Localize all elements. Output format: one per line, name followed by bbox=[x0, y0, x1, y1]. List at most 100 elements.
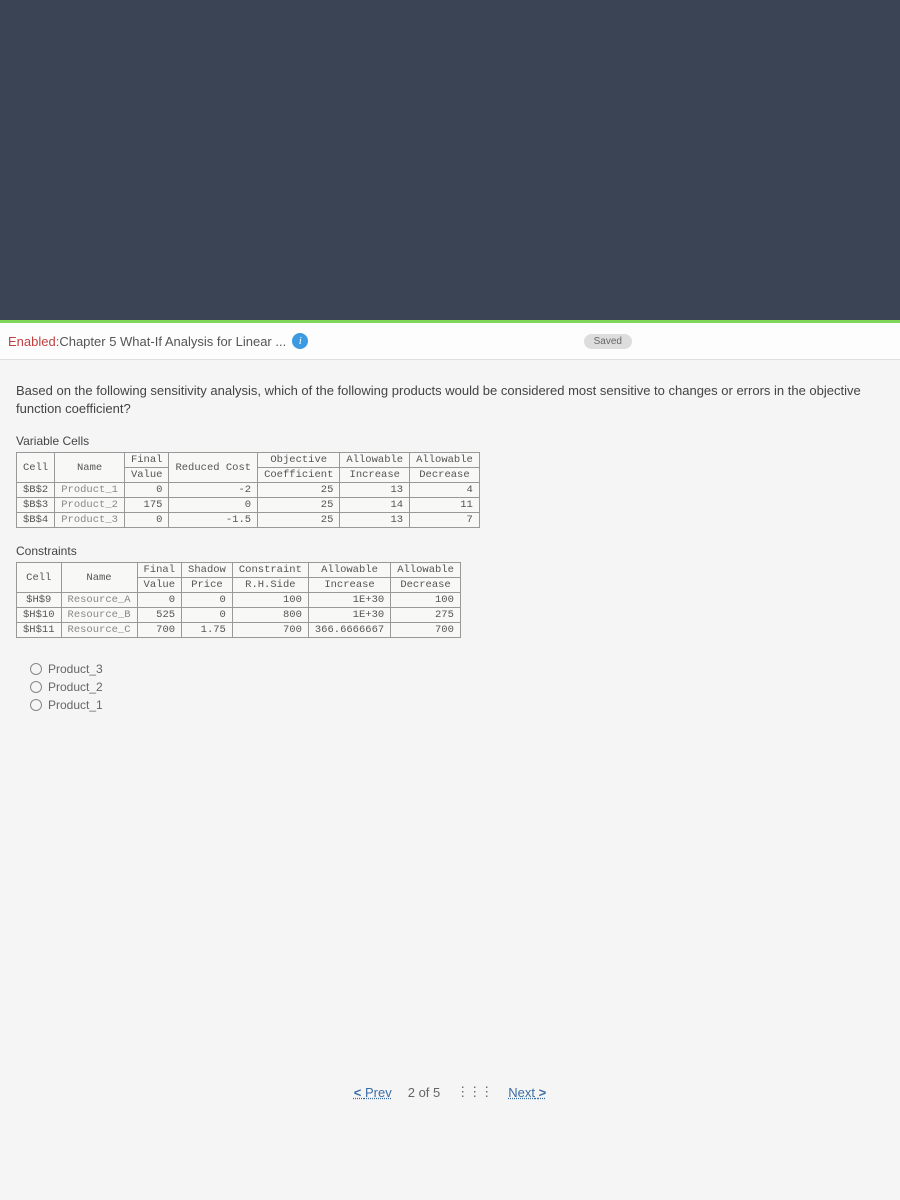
answer-option-1[interactable]: Product_2 bbox=[30, 680, 884, 694]
th-coef: Coefficient bbox=[258, 468, 340, 483]
cell: $B$4 bbox=[17, 513, 55, 528]
prev-button[interactable]: < Prev bbox=[354, 1085, 392, 1100]
cell: 0 bbox=[124, 483, 169, 498]
cell: -2 bbox=[169, 483, 258, 498]
radio-icon[interactable] bbox=[30, 699, 42, 711]
cell: 25 bbox=[258, 513, 340, 528]
page-total: 5 bbox=[433, 1085, 440, 1100]
prev-label: Prev bbox=[365, 1085, 392, 1100]
table-row: $B$2 Product_1 0 -2 25 13 4 bbox=[17, 483, 480, 498]
quiz-window: Enabled: Chapter 5 What-If Analysis for … bbox=[0, 320, 900, 1200]
next-button[interactable]: Next > bbox=[508, 1085, 546, 1100]
th-allow1: Allowable bbox=[308, 563, 390, 578]
content-area: Based on the following sensitivity analy… bbox=[0, 360, 900, 738]
cell: 275 bbox=[391, 608, 461, 623]
answer-option-0[interactable]: Product_3 bbox=[30, 662, 884, 676]
constraints-table: Cell Name Final Shadow Constraint Allowa… bbox=[16, 562, 461, 638]
cell: $B$2 bbox=[17, 483, 55, 498]
th-allow2: Allowable bbox=[410, 453, 480, 468]
answer-label: Product_1 bbox=[48, 698, 103, 712]
th-obj: Objective bbox=[258, 453, 340, 468]
cell: 1E+30 bbox=[308, 593, 390, 608]
th-reduced: Reduced Cost bbox=[169, 453, 258, 483]
cell: Resource_A bbox=[61, 593, 137, 608]
cell: 0 bbox=[169, 498, 258, 513]
cell: Resource_B bbox=[61, 608, 137, 623]
cell: 700 bbox=[391, 623, 461, 638]
answer-options: Product_3 Product_2 Product_1 bbox=[30, 662, 884, 712]
cell: 0 bbox=[137, 593, 182, 608]
answer-label: Product_3 bbox=[48, 662, 103, 676]
cell: $H$11 bbox=[17, 623, 62, 638]
cell: 25 bbox=[258, 498, 340, 513]
cell: 14 bbox=[340, 498, 410, 513]
saved-badge: Saved bbox=[584, 334, 632, 349]
answer-option-2[interactable]: Product_1 bbox=[30, 698, 884, 712]
th-final: Final bbox=[137, 563, 182, 578]
th-dec: Decrease bbox=[410, 468, 480, 483]
cell: 100 bbox=[232, 593, 308, 608]
th-shadow: Shadow bbox=[182, 563, 233, 578]
info-icon[interactable]: i bbox=[292, 333, 308, 349]
th-value: Value bbox=[124, 468, 169, 483]
cell: $H$10 bbox=[17, 608, 62, 623]
table-row: $B$4 Product_3 0 -1.5 25 13 7 bbox=[17, 513, 480, 528]
cell: 700 bbox=[137, 623, 182, 638]
question-text: Based on the following sensitivity analy… bbox=[16, 382, 884, 418]
th-cell: Cell bbox=[17, 453, 55, 483]
th-inc: Increase bbox=[308, 578, 390, 593]
cell: 366.6666667 bbox=[308, 623, 390, 638]
th-price: Price bbox=[182, 578, 233, 593]
table-row: $H$10 Resource_B 525 0 800 1E+30 275 bbox=[17, 608, 461, 623]
table-row: $B$3 Product_2 175 0 25 14 11 bbox=[17, 498, 480, 513]
grid-icon[interactable]: ⋮⋮⋮ bbox=[456, 1084, 492, 1100]
variable-cells-table: Cell Name Final Reduced Cost Objective A… bbox=[16, 452, 480, 528]
nav-bar: < Prev 2 of 5 ⋮⋮⋮ Next > bbox=[0, 1084, 900, 1100]
answer-label: Product_2 bbox=[48, 680, 103, 694]
radio-icon[interactable] bbox=[30, 681, 42, 693]
th-name: Name bbox=[61, 563, 137, 593]
cell: 1.75 bbox=[182, 623, 233, 638]
cell: Resource_C bbox=[61, 623, 137, 638]
cell: 175 bbox=[124, 498, 169, 513]
table-row: $H$11 Resource_C 700 1.75 700 366.666666… bbox=[17, 623, 461, 638]
th-final: Final bbox=[124, 453, 169, 468]
desktop-background bbox=[0, 0, 900, 320]
th-name: Name bbox=[55, 453, 125, 483]
cell: 11 bbox=[410, 498, 480, 513]
cell: 13 bbox=[340, 513, 410, 528]
title-prefix: Enabled: bbox=[8, 334, 59, 349]
constraints-label: Constraints bbox=[16, 544, 884, 558]
radio-icon[interactable] bbox=[30, 663, 42, 675]
table-row: $H$9 Resource_A 0 0 100 1E+30 100 bbox=[17, 593, 461, 608]
cell: $H$9 bbox=[17, 593, 62, 608]
title-bar: Enabled: Chapter 5 What-If Analysis for … bbox=[0, 323, 900, 360]
cell: -1.5 bbox=[169, 513, 258, 528]
page-of: of bbox=[419, 1085, 430, 1100]
cell: 13 bbox=[340, 483, 410, 498]
cell: 25 bbox=[258, 483, 340, 498]
th-allow2: Allowable bbox=[391, 563, 461, 578]
next-label: Next bbox=[508, 1085, 535, 1100]
cell: 800 bbox=[232, 608, 308, 623]
page-current: 2 bbox=[408, 1085, 415, 1100]
th-allow1: Allowable bbox=[340, 453, 410, 468]
cell: $B$3 bbox=[17, 498, 55, 513]
th-rhs: R.H.Side bbox=[232, 578, 308, 593]
chevron-right-icon: > bbox=[539, 1085, 547, 1100]
cell: 525 bbox=[137, 608, 182, 623]
cell: 100 bbox=[391, 593, 461, 608]
chevron-left-icon: < bbox=[354, 1085, 362, 1100]
th-cons: Constraint bbox=[232, 563, 308, 578]
variable-cells-label: Variable Cells bbox=[16, 434, 884, 448]
th-inc: Increase bbox=[340, 468, 410, 483]
cell: 7 bbox=[410, 513, 480, 528]
cell: 1E+30 bbox=[308, 608, 390, 623]
cell: Product_1 bbox=[55, 483, 125, 498]
cell: 700 bbox=[232, 623, 308, 638]
cell: Product_2 bbox=[55, 498, 125, 513]
th-cell: Cell bbox=[17, 563, 62, 593]
title-text: Chapter 5 What-If Analysis for Linear ..… bbox=[59, 334, 286, 349]
cell: Product_3 bbox=[55, 513, 125, 528]
cell: 0 bbox=[182, 593, 233, 608]
